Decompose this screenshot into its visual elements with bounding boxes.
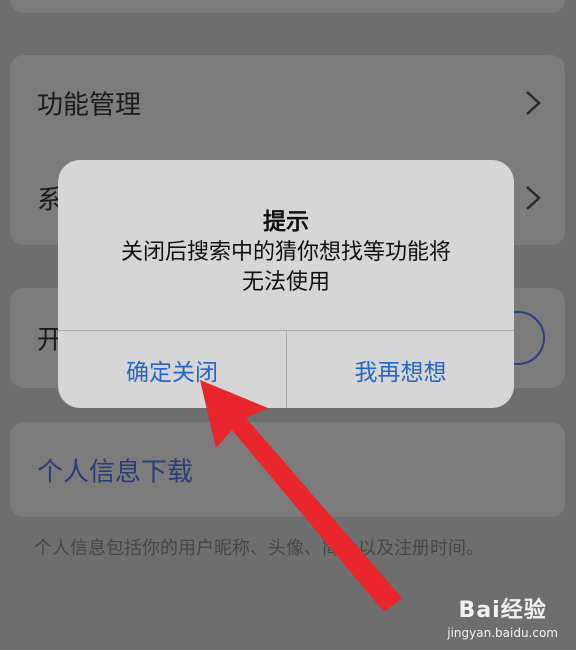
watermark-logo: Bai经验 xyxy=(458,598,547,623)
baidu-jingyan-watermark: Bai经验 jingyan.baidu.com xyxy=(447,592,558,640)
watermark-url: jingyan.baidu.com xyxy=(447,626,558,640)
red-arrow-annotation xyxy=(200,380,402,612)
